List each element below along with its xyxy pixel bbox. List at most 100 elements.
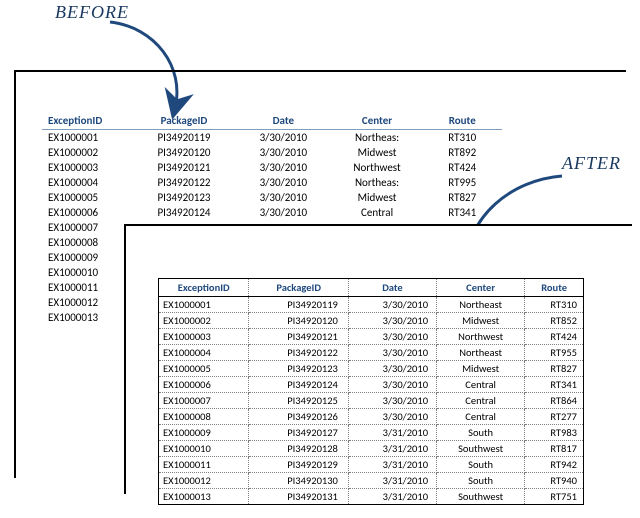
cell: Central: [332, 205, 423, 220]
cell: PI34920127: [249, 425, 348, 441]
cell: PI34920131: [249, 489, 348, 505]
cell: PI34920130: [249, 473, 348, 489]
cell: South: [437, 425, 525, 441]
cell: 3/30/2010: [235, 130, 332, 146]
cell: PI34920123: [249, 361, 348, 377]
cell: Midwest: [437, 313, 525, 329]
cell: RT817: [525, 441, 584, 457]
cell: EX1000012: [159, 473, 249, 489]
cell: Midwest: [437, 361, 525, 377]
cell: EX1000013: [42, 310, 133, 325]
cell: PI34920124: [249, 377, 348, 393]
cell: EX1000001: [159, 297, 249, 313]
table-row: EX1000003PI349201213/30/2010NorthwestRT4…: [42, 160, 502, 175]
cell: EX1000009: [42, 250, 133, 265]
cell: PI34920121: [133, 160, 235, 175]
table-row: EX1000004PI349201223/30/2010NortheastRT9…: [159, 345, 584, 361]
table-row: EX1000005PI349201233/30/2010MidwestRT827: [159, 361, 584, 377]
cell: EX1000002: [159, 313, 249, 329]
label-before: BEFORE: [55, 2, 129, 23]
cell: Central: [437, 393, 525, 409]
table-row: EX1000013PI349201313/31/2010SouthwestRT7…: [159, 489, 584, 505]
table-row: EX1000004PI349201223/30/2010Northeas:RT9…: [42, 175, 502, 190]
cell: EX1000010: [159, 441, 249, 457]
cell: EX1000011: [42, 280, 133, 295]
cell: PI34920122: [133, 175, 235, 190]
cell: PI34920129: [249, 457, 348, 473]
cell: Northeast: [437, 345, 525, 361]
cell: EX1000008: [42, 235, 133, 250]
cell: EX1000001: [42, 130, 133, 146]
cell: EX1000007: [42, 220, 133, 235]
cell: EX1000004: [42, 175, 133, 190]
cell: RT751: [525, 489, 584, 505]
col-center: Center: [437, 279, 525, 297]
table-after-header-row: ExceptionID PackageID Date Center Route: [159, 279, 584, 297]
cell: RT995: [422, 175, 502, 190]
table-row: EX1000002PI349201203/30/2010MidwestRT852: [159, 313, 584, 329]
cell: PI34920124: [133, 205, 235, 220]
cell: 3/31/2010: [348, 473, 436, 489]
cell: RT892: [422, 145, 502, 160]
cell: RT310: [422, 130, 502, 146]
cell: EX1000012: [42, 295, 133, 310]
cell: 3/31/2010: [348, 457, 436, 473]
cell: Southwest: [437, 489, 525, 505]
table-row: EX1000009PI349201273/31/2010SouthRT983: [159, 425, 584, 441]
cell: RT940: [525, 473, 584, 489]
cell: RT942: [525, 457, 584, 473]
cell: EX1000006: [42, 205, 133, 220]
cell: Midwest: [332, 190, 423, 205]
cell: EX1000011: [159, 457, 249, 473]
cell: 3/30/2010: [348, 297, 436, 313]
table-row: EX1000006PI349201243/30/2010CentralRT341: [42, 205, 502, 220]
col-package-id: PackageID: [249, 279, 348, 297]
cell: EX1000006: [159, 377, 249, 393]
cell: Northeas:: [332, 130, 423, 146]
table-row: EX1000002PI349201203/30/2010MidwestRT892: [42, 145, 502, 160]
cell: RT341: [525, 377, 584, 393]
cell: EX1000005: [42, 190, 133, 205]
cell: EX1000005: [159, 361, 249, 377]
cell: Central: [437, 409, 525, 425]
cell: 3/30/2010: [348, 329, 436, 345]
cell: RT955: [525, 345, 584, 361]
cell: EX1000010: [42, 265, 133, 280]
cell: 3/30/2010: [235, 205, 332, 220]
cell: EX1000003: [159, 329, 249, 345]
col-route: Route: [525, 279, 584, 297]
col-center: Center: [332, 112, 423, 130]
cell: EX1000004: [159, 345, 249, 361]
col-date: Date: [235, 112, 332, 130]
col-exception-id: ExceptionID: [159, 279, 249, 297]
cell: RT864: [525, 393, 584, 409]
cell: 3/30/2010: [235, 190, 332, 205]
table-row: EX1000008PI349201263/30/2010CentralRT277: [159, 409, 584, 425]
table-row: EX1000003PI349201213/30/2010NorthwestRT4…: [159, 329, 584, 345]
col-package-id: PackageID: [133, 112, 235, 130]
cell: RT424: [525, 329, 584, 345]
table-row: EX1000005PI349201233/30/2010MidwestRT827: [42, 190, 502, 205]
table-row: EX1000010PI349201283/31/2010SouthwestRT8…: [159, 441, 584, 457]
cell: South: [437, 457, 525, 473]
cell: RT827: [422, 190, 502, 205]
cell: 3/31/2010: [348, 489, 436, 505]
cell: PI34920123: [133, 190, 235, 205]
cell: Northwest: [332, 160, 423, 175]
cell: EX1000013: [159, 489, 249, 505]
cell: RT827: [525, 361, 584, 377]
cell: PI34920128: [249, 441, 348, 457]
table-row: EX1000012PI349201303/31/2010SouthRT940: [159, 473, 584, 489]
table-row: EX1000001PI349201193/30/2010NortheastRT3…: [159, 297, 584, 313]
cell: Central: [437, 377, 525, 393]
cell: PI34920122: [249, 345, 348, 361]
cell: 3/31/2010: [348, 425, 436, 441]
cell: RT983: [525, 425, 584, 441]
cell: RT277: [525, 409, 584, 425]
cell: EX1000003: [42, 160, 133, 175]
col-date: Date: [348, 279, 436, 297]
cell: EX1000007: [159, 393, 249, 409]
cell: 3/30/2010: [235, 175, 332, 190]
table-before-header-row: ExceptionID PackageID Date Center Route: [42, 112, 502, 130]
cell: PI34920126: [249, 409, 348, 425]
